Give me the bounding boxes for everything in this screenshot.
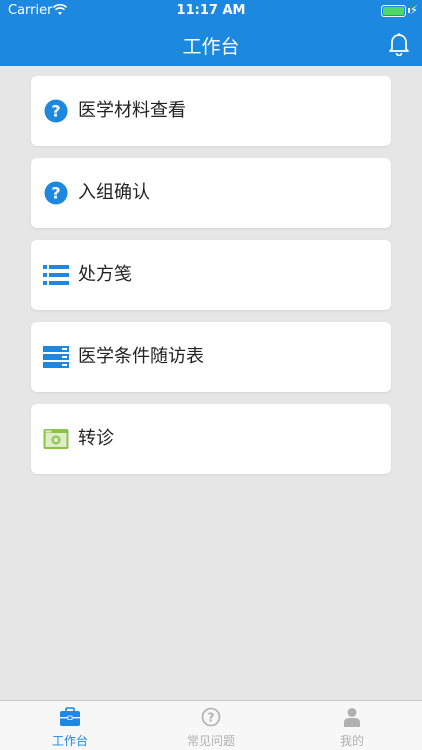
tab-label: 我的 bbox=[339, 734, 364, 748]
svg-text:?: ? bbox=[208, 711, 215, 725]
question-icon: ? bbox=[201, 707, 221, 727]
svg-text:?: ? bbox=[51, 102, 60, 121]
briefcase-icon bbox=[60, 707, 80, 726]
tab-bar: 工作台 ? 常见问题 我的 bbox=[0, 700, 422, 750]
tab-faq[interactable]: ? 常见问题 bbox=[141, 701, 281, 750]
tab-workbench[interactable]: 工作台 bbox=[0, 701, 140, 750]
card-label: 医学材料查看 bbox=[78, 100, 186, 121]
user-icon bbox=[344, 708, 360, 727]
status-time: 11:17 AM bbox=[176, 3, 246, 18]
question-circle-icon: ? bbox=[44, 99, 68, 123]
status-bar: Carrier 11:17 AM ⚡ bbox=[0, 0, 422, 22]
tab-label: 常见问题 bbox=[186, 734, 235, 748]
camera-icon bbox=[43, 429, 69, 449]
charging-icon: ⚡ bbox=[409, 3, 418, 17]
tab-profile[interactable]: 我的 bbox=[282, 701, 422, 750]
page-title: 工作台 bbox=[182, 36, 240, 58]
battery-icon bbox=[381, 5, 406, 17]
card-label: 入组确认 bbox=[78, 182, 150, 203]
card-enrollment-confirm[interactable]: ? 入组确认 bbox=[31, 158, 391, 228]
tab-label: 工作台 bbox=[51, 734, 88, 748]
card-medical-materials[interactable]: ? 医学材料查看 bbox=[31, 76, 391, 146]
bell-icon[interactable] bbox=[388, 32, 410, 56]
svg-text:?: ? bbox=[51, 184, 60, 203]
card-label: 医学条件随访表 bbox=[78, 346, 204, 367]
workbench-menu: ? 医学材料查看 ? 入组确认 处方笺 医学条件随访表 转诊 bbox=[31, 76, 391, 486]
card-label: 转诊 bbox=[78, 428, 114, 449]
navigation-bar: Carrier 11:17 AM ⚡ 工作台 bbox=[0, 0, 422, 66]
card-followup-form[interactable]: 医学条件随访表 bbox=[31, 322, 391, 392]
card-label: 处方笺 bbox=[78, 264, 132, 285]
question-circle-icon: ? bbox=[44, 181, 68, 205]
card-referral[interactable]: 转诊 bbox=[31, 404, 391, 474]
table-icon bbox=[43, 346, 69, 368]
list-icon bbox=[43, 265, 69, 285]
card-prescription[interactable]: 处方笺 bbox=[31, 240, 391, 310]
